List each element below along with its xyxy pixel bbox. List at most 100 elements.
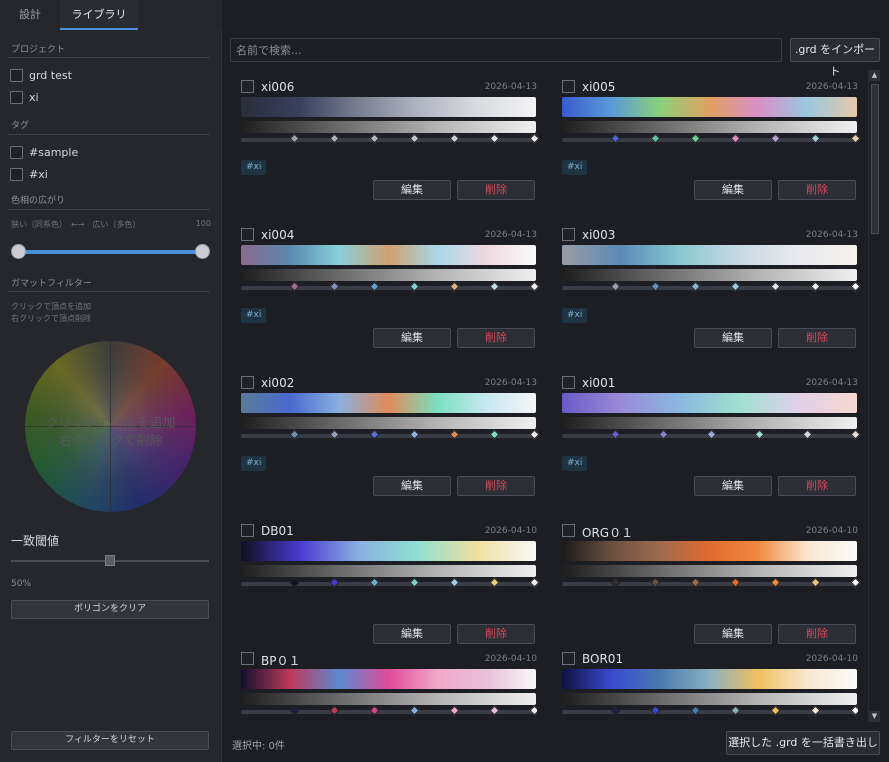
color-stop-marker[interactable] [650, 577, 661, 588]
gradient-card[interactable]: xi002 2026-04-13 #xi 編集 削除 [241, 376, 540, 516]
color-stop-marker[interactable] [770, 577, 781, 588]
color-stop-marker[interactable] [810, 705, 821, 716]
color-stop-marker[interactable] [850, 429, 861, 440]
color-stop-marker[interactable] [770, 281, 781, 292]
color-stop-marker[interactable] [409, 133, 420, 144]
color-stop-marker[interactable] [706, 429, 717, 440]
tag-filter-xi[interactable]: #xi [10, 168, 48, 181]
color-stop-marker[interactable] [658, 429, 669, 440]
color-stop-marker[interactable] [650, 281, 661, 292]
color-stop-marker[interactable] [289, 577, 300, 588]
reset-filter-button[interactable]: フィルターをリセット [11, 731, 209, 750]
gradient-card[interactable]: xi004 2026-04-13 #xi 編集 削除 [241, 228, 540, 368]
color-stop-marker[interactable] [810, 133, 821, 144]
edit-button[interactable]: 編集 [373, 180, 451, 200]
color-stop-marker[interactable] [329, 281, 340, 292]
color-stop-marker[interactable] [730, 133, 741, 144]
color-stop-marker[interactable] [529, 281, 540, 292]
color-stop-marker[interactable] [449, 705, 460, 716]
color-stop-marker[interactable] [369, 705, 380, 716]
color-stop-marker[interactable] [850, 705, 858, 716]
card-select-checkbox[interactable] [241, 524, 254, 537]
color-stop-marker[interactable] [409, 429, 420, 440]
card-select-checkbox[interactable] [241, 376, 254, 389]
card-select-checkbox[interactable] [241, 80, 254, 93]
card-select-checkbox[interactable] [241, 228, 254, 241]
checkbox[interactable] [10, 168, 23, 181]
scroll-thumb[interactable] [871, 84, 879, 234]
edit-button[interactable]: 編集 [694, 180, 772, 200]
project-filter-grd-test[interactable]: grd test [10, 69, 72, 82]
color-stop-marker[interactable] [690, 133, 701, 144]
color-stop-marker[interactable] [449, 429, 460, 440]
color-stop-marker[interactable] [730, 577, 741, 588]
color-stop-marker[interactable] [650, 705, 661, 716]
card-select-checkbox[interactable] [562, 80, 575, 93]
gradient-card[interactable]: xi005 2026-04-13 #xi 編集 削除 [562, 80, 861, 220]
bulk-export-button[interactable]: 選択した .grd を一括書き出し [726, 731, 880, 755]
color-stop-marker[interactable] [730, 705, 741, 716]
color-stop-marker[interactable] [489, 429, 500, 440]
tab-library[interactable]: ライブラリ [60, 0, 138, 30]
color-stop-marker[interactable] [329, 429, 340, 440]
color-stop-marker[interactable] [529, 705, 537, 716]
hue-spread-min-handle[interactable] [11, 244, 26, 259]
card-select-checkbox[interactable] [562, 652, 575, 665]
color-stop-marker[interactable] [289, 429, 300, 440]
color-stop-marker[interactable] [810, 281, 821, 292]
delete-button[interactable]: 削除 [457, 476, 535, 496]
color-stop-marker[interactable] [850, 133, 861, 144]
color-stop-marker[interactable] [610, 133, 621, 144]
delete-button[interactable]: 削除 [778, 180, 856, 200]
color-stop-marker[interactable] [289, 133, 300, 144]
color-stop-marker[interactable] [289, 281, 300, 292]
edit-button[interactable]: 編集 [694, 624, 772, 644]
color-stop-marker[interactable] [650, 133, 661, 144]
delete-button[interactable]: 削除 [778, 476, 856, 496]
color-stop-marker[interactable] [329, 133, 340, 144]
edit-button[interactable]: 編集 [373, 624, 451, 644]
search-input[interactable] [230, 38, 782, 62]
color-stop-marker[interactable] [329, 577, 340, 588]
color-stop-marker[interactable] [409, 281, 420, 292]
color-stop-marker[interactable] [610, 705, 621, 716]
color-stop-marker[interactable] [770, 133, 781, 144]
color-stop-marker[interactable] [730, 281, 741, 292]
scroll-down-icon[interactable]: ▼ [869, 711, 880, 722]
color-stop-marker[interactable] [690, 577, 701, 588]
card-select-checkbox[interactable] [562, 376, 575, 389]
import-grd-button[interactable]: .grd をインポート [790, 38, 880, 78]
color-stop-marker[interactable] [810, 577, 821, 588]
color-stop-marker[interactable] [369, 133, 380, 144]
edit-button[interactable]: 編集 [373, 328, 451, 348]
color-stop-marker[interactable] [489, 281, 500, 292]
color-stop-marker[interactable] [802, 429, 813, 440]
edit-button[interactable]: 編集 [373, 476, 451, 496]
gradient-card[interactable]: xi003 2026-04-13 #xi 編集 削除 [562, 228, 861, 368]
color-stop-marker[interactable] [610, 429, 621, 440]
gradient-card[interactable]: BOR01 2026-04-10 編集 削除 [562, 652, 858, 722]
color-stop-marker[interactable] [409, 577, 420, 588]
color-stop-marker[interactable] [289, 705, 300, 716]
gamut-color-wheel[interactable]: クリックで頂点を追加 右クリックで削除 [25, 341, 196, 512]
checkbox[interactable] [10, 91, 23, 104]
color-stop-marker[interactable] [529, 133, 540, 144]
hue-spread-slider-track[interactable] [18, 250, 202, 254]
color-stop-marker[interactable] [409, 705, 420, 716]
checkbox[interactable] [10, 69, 23, 82]
card-select-checkbox[interactable] [241, 652, 254, 665]
clear-polygon-button[interactable]: ポリゴンをクリア [11, 600, 209, 619]
color-stop-marker[interactable] [369, 577, 380, 588]
color-stop-marker[interactable] [690, 705, 701, 716]
color-stop-marker[interactable] [489, 577, 500, 588]
threshold-slider-handle[interactable] [105, 555, 115, 566]
color-stop-marker[interactable] [449, 281, 460, 292]
color-stop-marker[interactable] [529, 577, 540, 588]
project-filter-xi[interactable]: xi [10, 91, 39, 104]
gradient-card[interactable]: DB01 2026-04-10 編集 削除 [241, 524, 540, 664]
color-stop-marker[interactable] [369, 429, 380, 440]
delete-button[interactable]: 削除 [778, 328, 856, 348]
color-stop-marker[interactable] [449, 133, 460, 144]
gradient-card[interactable]: ORG０１ 2026-04-10 編集 削除 [562, 524, 861, 664]
delete-button[interactable]: 削除 [778, 624, 856, 644]
